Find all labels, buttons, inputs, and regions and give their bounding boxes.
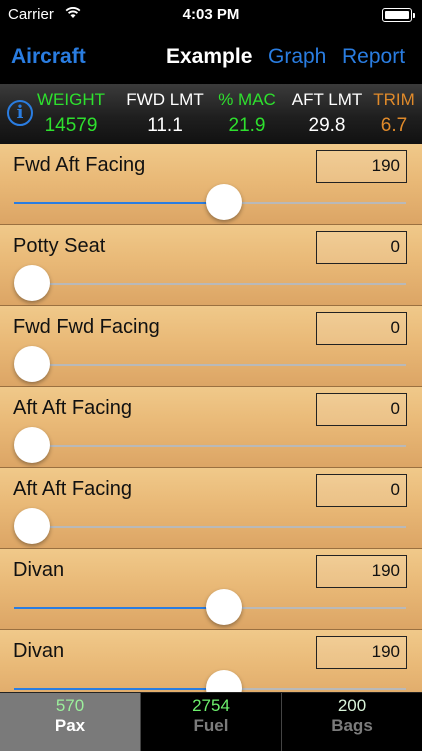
bags-total: 200 <box>337 696 367 715</box>
seat-row: Fwd Fwd Facing 0 <box>0 306 422 387</box>
seat-row: Potty Seat 0 <box>0 225 422 306</box>
tab-pax[interactable]: 570 Pax <box>0 693 141 751</box>
slider-thumb[interactable] <box>14 265 50 301</box>
slider-thumb[interactable] <box>206 589 243 625</box>
seat-weight-field[interactable]: 190 <box>316 636 407 669</box>
tab-fuel-label: Fuel <box>193 716 229 735</box>
aft-limit-label: AFT LMT <box>291 90 363 109</box>
fuel-total: 2754 <box>192 696 230 715</box>
weight-label: WEIGHT <box>37 90 105 109</box>
seat-row: Aft Aft Facing 0 <box>0 387 422 468</box>
aft-limit-value: 29.8 <box>308 115 346 136</box>
report-button[interactable]: Report <box>342 45 405 69</box>
seat-row: Divan 190 <box>0 549 422 630</box>
seat-weight-slider[interactable] <box>14 670 406 692</box>
info-icon[interactable]: i <box>7 100 33 126</box>
mac-summary: % MAC 21.9 <box>212 90 282 137</box>
fwd-limit-label: FWD LMT <box>126 90 204 109</box>
seat-weight-field[interactable]: 0 <box>316 474 407 507</box>
seat-weight-slider[interactable] <box>14 184 406 220</box>
seat-name: Potty Seat <box>13 235 106 257</box>
seat-weight-field[interactable]: 0 <box>316 312 407 345</box>
seat-weight-field[interactable]: 0 <box>316 231 407 264</box>
seat-weight-slider[interactable] <box>14 589 406 625</box>
mac-value: 21.9 <box>228 115 266 136</box>
weight-value: 14579 <box>44 115 98 136</box>
slider-thumb[interactable] <box>206 184 243 220</box>
seat-name: Aft Aft Facing <box>13 478 132 500</box>
slider-fill <box>14 607 225 609</box>
slider-fill <box>14 202 225 204</box>
seat-weight-slider[interactable] <box>14 265 406 301</box>
tab-fuel[interactable]: 2754 Fuel <box>141 693 282 751</box>
fwd-limit-value: 11.1 <box>147 115 183 136</box>
seat-row: Divan 190 <box>0 630 422 692</box>
seat-name: Fwd Aft Facing <box>13 154 146 176</box>
seat-weight-field[interactable]: 0 <box>316 393 407 426</box>
seat-row: Aft Aft Facing 0 <box>0 468 422 549</box>
tab-bags-label: Bags <box>331 716 373 735</box>
status-bar: Carrier 4:03 PM <box>0 0 422 32</box>
tab-pax-label: Pax <box>54 716 86 735</box>
page-title: Example <box>166 45 253 68</box>
seat-weight-field[interactable]: 190 <box>316 150 407 183</box>
seat-weight-slider[interactable] <box>14 346 406 382</box>
slider-thumb[interactable] <box>14 346 50 382</box>
seat-weight-slider[interactable] <box>14 427 406 463</box>
seat-row: Fwd Aft Facing 190 <box>0 144 422 225</box>
trim-value: 6.7 <box>380 115 408 136</box>
seat-list[interactable]: Fwd Aft Facing 190 Potty Seat 0 Fwd Fwd … <box>0 144 422 692</box>
fwd-limit-summary: FWD LMT 11.1 <box>122 90 208 137</box>
trim-label: TRIM <box>373 90 415 109</box>
seat-name: Divan <box>13 640 65 662</box>
seat-name: Divan <box>13 559 65 581</box>
slider-fill <box>14 688 225 690</box>
graph-button[interactable]: Graph <box>268 45 326 69</box>
trim-summary: TRIM 6.7 <box>370 90 418 137</box>
seat-name: Fwd Fwd Facing <box>13 316 160 338</box>
tab-bar: 570 Pax 2754 Fuel 200 Bags <box>0 692 422 751</box>
mac-label: % MAC <box>218 90 276 109</box>
seat-weight-field[interactable]: 190 <box>316 555 407 588</box>
slider-thumb[interactable] <box>14 508 50 544</box>
tab-bags[interactable]: 200 Bags <box>282 693 422 751</box>
weight-summary: WEIGHT 14579 <box>35 90 107 137</box>
pax-total: 570 <box>55 696 85 715</box>
seat-name: Aft Aft Facing <box>13 397 132 419</box>
weight-balance-summary: i WEIGHT 14579 FWD LMT 11.1 % MAC 21.9 A… <box>0 84 422 144</box>
slider-thumb[interactable] <box>14 427 50 463</box>
aircraft-back-button[interactable]: Aircraft <box>11 45 86 69</box>
slider-thumb[interactable] <box>206 670 243 692</box>
nav-bar: Aircraft Example Graph Report <box>0 32 422 84</box>
seat-weight-slider[interactable] <box>14 508 406 544</box>
battery-icon <box>382 8 415 22</box>
aft-limit-summary: AFT LMT 29.8 <box>288 90 366 137</box>
clock: 4:03 PM <box>182 6 240 23</box>
